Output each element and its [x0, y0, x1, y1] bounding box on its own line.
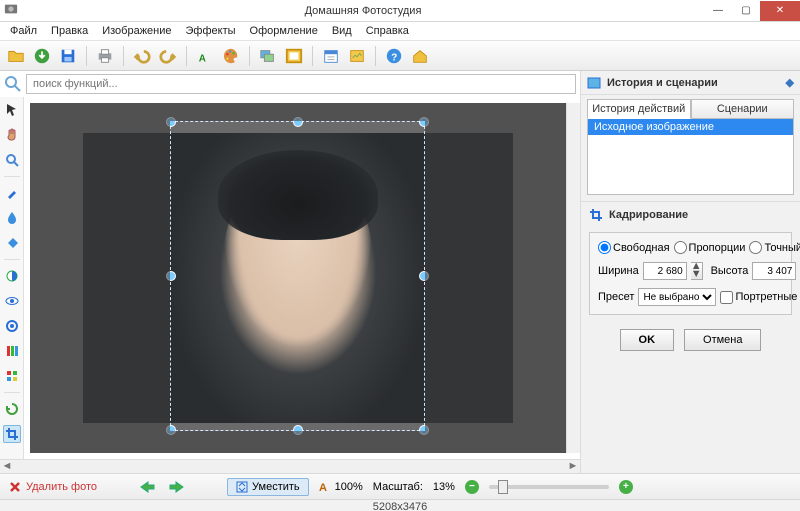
maximize-button[interactable]: ▢: [732, 1, 760, 21]
zoom-100-button[interactable]: A 100%: [319, 481, 363, 493]
width-label: Ширина: [598, 265, 639, 277]
brush-tool[interactable]: [3, 184, 21, 202]
card-icon[interactable]: [347, 46, 367, 66]
main-toolbar: A ?: [0, 41, 800, 71]
window-title: Домашняя Фотостудия: [22, 5, 704, 17]
menu-view[interactable]: Вид: [326, 23, 358, 39]
left-toolbar: [0, 97, 24, 459]
scale-label: Масштаб:: [373, 481, 423, 493]
home-icon[interactable]: [410, 46, 430, 66]
save-icon[interactable]: [58, 46, 78, 66]
menu-design[interactable]: Оформление: [244, 23, 324, 39]
drop-tool[interactable]: [3, 209, 21, 227]
crop-icon: [589, 208, 603, 222]
crop-options: Свободная Пропорции Точный размер Ширина…: [589, 232, 792, 315]
open-icon[interactable]: [6, 46, 26, 66]
vertical-scrollbar[interactable]: [566, 103, 580, 453]
history-panel-title: История и сценарии: [607, 77, 718, 89]
history-list[interactable]: Исходное изображение: [587, 119, 794, 195]
effects-tool[interactable]: [3, 367, 21, 385]
frame-icon[interactable]: [284, 46, 304, 66]
search-bar: [0, 71, 580, 97]
fit-button[interactable]: Уместить: [227, 478, 309, 496]
zoom-tool[interactable]: [3, 151, 21, 169]
status-bar: 5208x3476: [0, 499, 800, 511]
menubar: Файл Правка Изображение Эффекты Оформлен…: [0, 22, 800, 41]
calendar-icon[interactable]: [321, 46, 341, 66]
download-icon[interactable]: [32, 46, 52, 66]
fill-tool[interactable]: [3, 234, 21, 252]
image-dimensions: 5208x3476: [373, 501, 427, 511]
crop-panel-title: Кадрирование: [609, 209, 688, 221]
tab-scenarios[interactable]: Сценарии: [691, 99, 795, 119]
height-input[interactable]: [752, 262, 796, 280]
close-button[interactable]: ✕: [760, 1, 800, 21]
radio-proportions[interactable]: Пропорции: [674, 241, 746, 254]
preset-label: Пресет: [598, 291, 634, 303]
right-panel: История и сценарии ◆ История действий Сц…: [580, 71, 800, 473]
svg-text:A: A: [319, 482, 327, 493]
cancel-button[interactable]: Отмена: [684, 329, 761, 351]
width-spinner[interactable]: ▲▼: [691, 262, 703, 280]
hand-tool[interactable]: [3, 126, 21, 144]
horizontal-scrollbar[interactable]: ◄►: [0, 459, 580, 473]
help-icon[interactable]: ?: [384, 46, 404, 66]
width-input[interactable]: [643, 262, 687, 280]
levels-tool[interactable]: [3, 342, 21, 360]
pointer-tool[interactable]: [3, 101, 21, 119]
redo-icon[interactable]: [158, 46, 178, 66]
zoom-in-button[interactable]: +: [619, 480, 633, 494]
prev-button[interactable]: [137, 478, 157, 496]
search-icon: [4, 75, 22, 93]
menu-edit[interactable]: Правка: [45, 23, 94, 39]
height-label: Высота: [711, 265, 749, 277]
portrait-checkbox[interactable]: Портретные: [720, 291, 797, 304]
tab-history[interactable]: История действий: [587, 99, 691, 119]
menu-help[interactable]: Справка: [360, 23, 415, 39]
undo-icon[interactable]: [132, 46, 152, 66]
minimize-button[interactable]: —: [704, 1, 732, 21]
zoom-out-button[interactable]: −: [465, 480, 479, 494]
history-icon: [587, 76, 601, 90]
menu-file[interactable]: Файл: [4, 23, 43, 39]
radio-free[interactable]: Свободная: [598, 241, 670, 254]
sharpen-tool[interactable]: [3, 317, 21, 335]
app-icon: [0, 2, 22, 19]
delete-photo-button[interactable]: Удалить фото: [8, 480, 97, 494]
text-icon[interactable]: A: [195, 46, 215, 66]
zoom-slider[interactable]: [489, 485, 609, 489]
preset-select[interactable]: Не выбрано: [638, 288, 716, 306]
palette-icon[interactable]: [221, 46, 241, 66]
canvas-area: [24, 97, 580, 459]
menu-image[interactable]: Изображение: [96, 23, 177, 39]
ok-button[interactable]: OK: [620, 329, 675, 351]
print-icon[interactable]: [95, 46, 115, 66]
history-item[interactable]: Исходное изображение: [588, 119, 793, 135]
menu-effects[interactable]: Эффекты: [180, 23, 242, 39]
scale-value: 13%: [433, 481, 455, 493]
svg-text:A: A: [199, 53, 206, 64]
canvas[interactable]: [30, 103, 566, 453]
collapse-icon[interactable]: ◆: [786, 76, 794, 89]
contrast-tool[interactable]: [3, 267, 21, 285]
crop-rectangle[interactable]: [170, 121, 425, 431]
eye-tool[interactable]: [3, 292, 21, 310]
gallery-icon[interactable]: [258, 46, 278, 66]
radio-exact[interactable]: Точный размер: [749, 241, 800, 254]
rotate-tool[interactable]: [3, 400, 21, 418]
titlebar: Домашняя Фотостудия — ▢ ✕: [0, 0, 800, 22]
search-input[interactable]: [26, 74, 576, 94]
svg-text:?: ?: [391, 52, 397, 63]
bottom-toolbar: Удалить фото Уместить A 100% Масштаб: 13…: [0, 473, 800, 499]
crop-tool[interactable]: [3, 425, 21, 443]
next-button[interactable]: [167, 478, 187, 496]
